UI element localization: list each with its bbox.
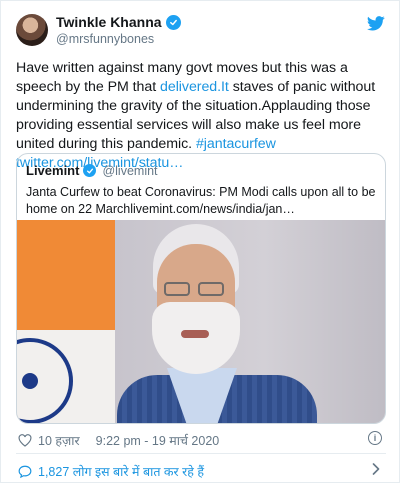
- tweet-meta: 10 हज़ार 9:22 pm - 19 मार्च 2020: [18, 432, 219, 449]
- author-handle[interactable]: @mrsfunnybones: [56, 32, 154, 46]
- quoted-handle: @livemint: [102, 163, 158, 178]
- chevron-right-icon[interactable]: [372, 463, 380, 475]
- heart-icon[interactable]: [18, 434, 32, 447]
- tweet-card: Twinkle Khanna @mrsfunnybones Have writt…: [0, 0, 400, 483]
- twitter-bird-icon[interactable]: [367, 16, 385, 31]
- avatar[interactable]: [16, 14, 48, 46]
- info-icon[interactable]: i: [368, 431, 382, 445]
- author-display-name[interactable]: Twinkle Khanna: [56, 14, 162, 30]
- person-glasses-left: [164, 282, 190, 296]
- chat-bubble-icon: [18, 465, 32, 478]
- tweet-timestamp[interactable]: 9:22 pm - 19 मार्च 2020: [96, 432, 220, 449]
- quoted-author-row: Livemint @livemint: [26, 163, 158, 178]
- like-count[interactable]: 10 हज़ार: [38, 432, 80, 449]
- hashtag-link[interactable]: #jantacurfew: [196, 136, 276, 152]
- divider: [16, 453, 386, 454]
- conversation-label[interactable]: 1,827 लोग इस बारे में बात कर रहे हैं: [38, 463, 204, 480]
- verified-badge-icon: [83, 164, 97, 177]
- person-glasses-right: [198, 282, 224, 296]
- quoted-text: Janta Curfew to beat Coronavirus: PM Mod…: [26, 185, 376, 216]
- quoted-display-name: Livemint: [26, 163, 80, 178]
- quoted-photo[interactable]: [17, 220, 385, 423]
- quoted-tweet[interactable]: Livemint @livemint Janta Curfew to beat …: [16, 153, 386, 424]
- verified-badge-icon: [165, 14, 181, 30]
- flag-saffron: [17, 220, 115, 330]
- tweet-link-delivered[interactable]: delivered.It: [160, 79, 229, 95]
- conversation-link[interactable]: 1,827 लोग इस बारे में बात कर रहे हैं: [18, 463, 204, 480]
- person-mouth: [181, 330, 209, 338]
- author-name-row: Twinkle Khanna: [56, 14, 181, 30]
